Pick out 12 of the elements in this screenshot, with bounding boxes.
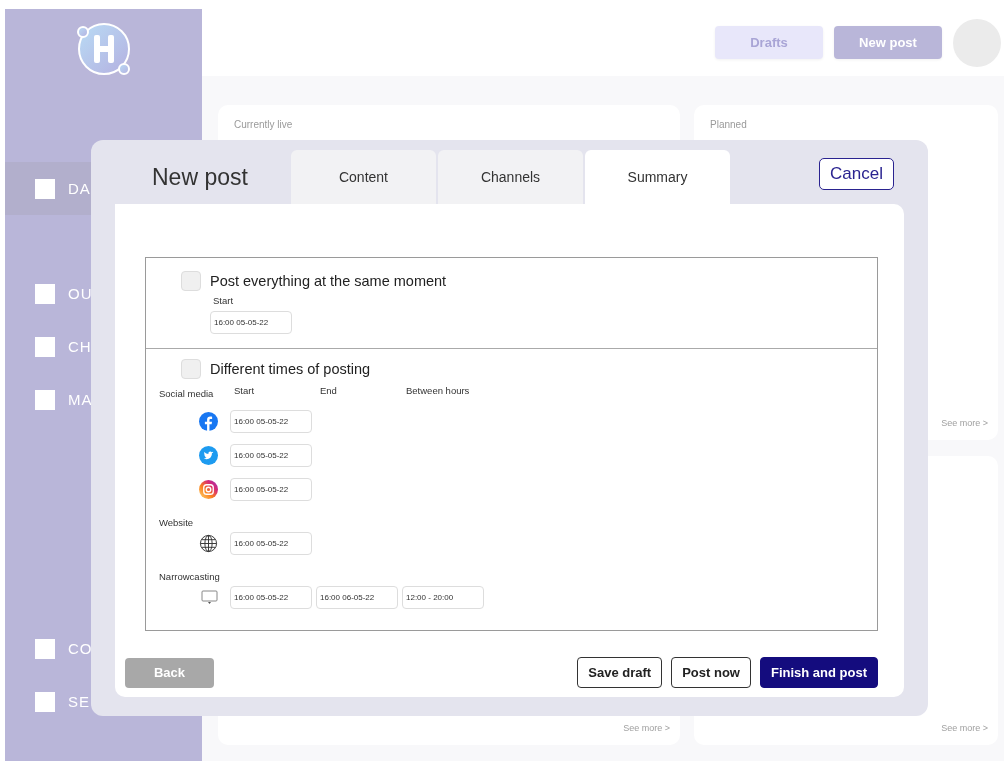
group-label: Social media	[159, 388, 214, 399]
column-header: Between hours	[405, 385, 470, 396]
checkbox-label: Different times of posting	[210, 361, 371, 377]
column-header: Start	[233, 385, 255, 396]
field-label: Start	[212, 295, 235, 306]
column-header: End	[319, 385, 337, 396]
card-title: Currently live	[234, 119, 294, 130]
modal-title: New post	[151, 163, 249, 191]
group-label: Narrowcasting	[159, 571, 220, 582]
group-label: Website	[159, 517, 194, 528]
card-title: Planned	[710, 119, 748, 130]
checkbox-label: Post everything at the same moment	[210, 273, 447, 289]
